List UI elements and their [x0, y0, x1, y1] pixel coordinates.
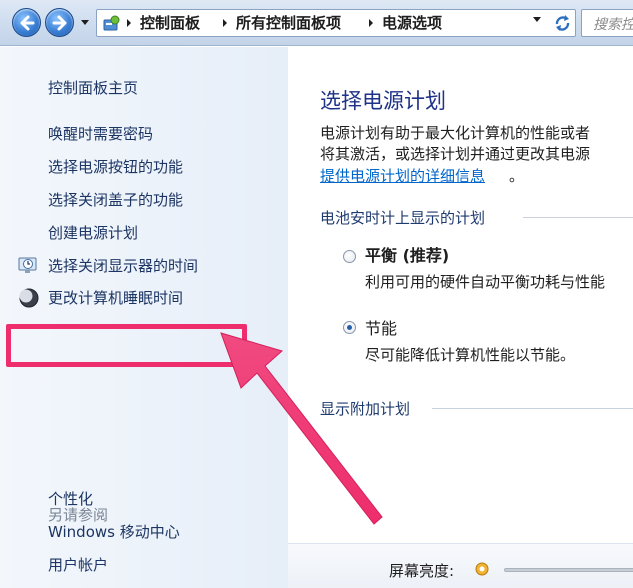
refresh-icon: [555, 15, 570, 31]
task-link-sleep-time[interactable]: 更改计算机睡眠时间: [48, 288, 183, 308]
control-panel-icon: [103, 15, 120, 31]
plan-power-saver-description: 尽可能降低计算机性能以节能。: [365, 346, 576, 364]
see-also-user-accounts-link[interactable]: 用户帐户: [48, 555, 108, 575]
forward-arrow-icon: [52, 15, 67, 31]
page-title: 选择电源计划: [320, 89, 446, 113]
plan-power-saver-radio[interactable]: [343, 321, 356, 334]
brightness-slider[interactable]: [504, 568, 633, 572]
plan-balanced-description: 利用可用的硬件自动平衡功耗与性能: [365, 273, 606, 291]
breadcrumb-all-items[interactable]: 所有控制面板项: [236, 14, 341, 33]
description-line: 电源计划有助于最大化计算机的性能或者: [320, 124, 591, 142]
see-also-personalization-link[interactable]: 个性化: [48, 489, 93, 509]
task-link-power-buttons[interactable]: 选择电源按钮的功能: [48, 157, 183, 177]
plan-details-link[interactable]: 提供电源计划的详细信息: [320, 165, 485, 186]
main-content: 选择电源计划 电源计划有助于最大化计算机的性能或者 将其激活，或选择计划并通过更…: [288, 47, 633, 588]
task-pane: 控制面板主页 唤醒时需要密码 选择电源按钮的功能 选择关闭盖子的功能 创建电源计…: [0, 47, 288, 588]
plan-balanced-radio[interactable]: [343, 250, 356, 263]
brightness-bar: 屏幕亮度:: [288, 543, 633, 588]
brightness-sun-icon: [475, 562, 489, 576]
battery-plans-heading: 电池安时计上显示的计划: [320, 209, 486, 227]
breadcrumb-separator-icon[interactable]: [125, 17, 133, 29]
plan-balanced-label[interactable]: 平衡 (推荐): [365, 242, 449, 266]
refresh-button[interactable]: [549, 9, 576, 37]
group-divider: [523, 217, 633, 218]
breadcrumb-separator-icon[interactable]: [367, 17, 375, 29]
brightness-label: 屏幕亮度:: [389, 562, 455, 580]
recent-pages-dropdown[interactable]: [79, 15, 91, 29]
description-line: 将其激活，或选择计划并通过更改其电源: [320, 145, 591, 163]
back-arrow-icon: [20, 15, 35, 31]
breadcrumb-separator-icon[interactable]: [221, 17, 229, 29]
task-link-lid-close[interactable]: 选择关闭盖子的功能: [48, 190, 183, 210]
see-also-mobility-center-link[interactable]: Windows 移动中心: [48, 522, 180, 542]
search-input[interactable]: 搜索控: [581, 9, 633, 37]
breadcrumb-control-panel[interactable]: 控制面板: [140, 14, 200, 33]
back-button[interactable]: [12, 8, 41, 37]
description-period: 。: [509, 167, 525, 185]
address-dropdown-icon[interactable]: [531, 13, 543, 25]
show-additional-plans-toggle[interactable]: 显示附加计划: [320, 398, 410, 419]
breadcrumb[interactable]: 控制面板 所有控制面板项 电源选项: [96, 9, 576, 37]
forward-button[interactable]: [45, 8, 74, 37]
breadcrumb-power-options[interactable]: 电源选项: [382, 14, 442, 33]
highlight-box: [6, 324, 247, 367]
moon-sleep-icon: [19, 288, 39, 308]
plan-power-saver-label[interactable]: 节能: [365, 315, 397, 339]
monitor-clock-icon: [18, 257, 37, 273]
group-divider: [432, 408, 633, 409]
address-bar: 控制面板 所有控制面板项 电源选项 搜索控: [0, 0, 633, 46]
control-panel-home-link[interactable]: 控制面板主页: [48, 78, 138, 98]
task-link-display-off[interactable]: 选择关闭显示器的时间: [48, 256, 198, 276]
task-link-wake-password[interactable]: 唤醒时需要密码: [48, 124, 153, 144]
task-link-create-plan[interactable]: 创建电源计划: [48, 223, 138, 243]
